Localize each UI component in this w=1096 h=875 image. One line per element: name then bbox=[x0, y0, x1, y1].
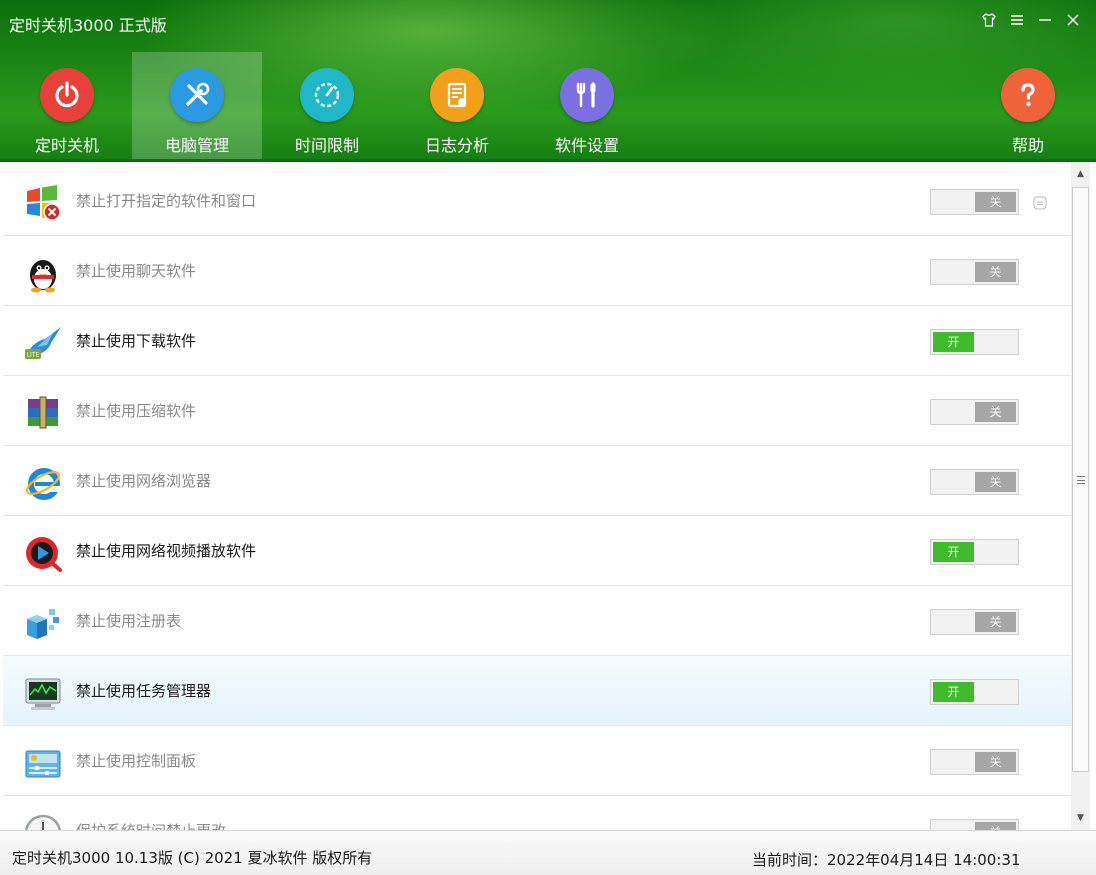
menu-icon[interactable] bbox=[1008, 10, 1026, 30]
row-label: 禁止使用网络浏览器 bbox=[76, 472, 212, 490]
toggle-state: 开 bbox=[933, 332, 974, 352]
rule-list: 禁止打开指定的软件和窗口 关 禁止使用聊天软件 关 LITE 禁止使用下载软件 … bbox=[0, 162, 1071, 830]
list-item: 禁止使用任务管理器 开 bbox=[3, 656, 1071, 726]
row-label: 禁止使用控制面板 bbox=[76, 752, 197, 770]
tab-label: 电脑管理 bbox=[164, 136, 229, 155]
timer-icon bbox=[300, 68, 354, 122]
vertical-scrollbar[interactable]: ▲ ▼ bbox=[1071, 162, 1090, 830]
title-bar: 定时关机3000 正式版 定时关机 电脑管理 时间限制 日志分析 软件设置 帮助 bbox=[0, 0, 1096, 162]
toggle-switch[interactable]: 开 bbox=[930, 539, 1019, 565]
status-bar: 定时关机3000 10.13版 (C) 2021 夏冰软件 版权所有 当前时间：… bbox=[0, 830, 1096, 875]
toggle-switch[interactable]: 关 bbox=[930, 819, 1019, 830]
toggle-state: 关 bbox=[975, 752, 1016, 772]
tab-software-settings[interactable]: 软件设置 bbox=[522, 52, 652, 160]
tab-time-limit[interactable]: 时间限制 bbox=[262, 52, 392, 160]
scroll-down-arrow-icon[interactable]: ▼ bbox=[1071, 806, 1090, 830]
toggle-switch[interactable]: 关 bbox=[930, 259, 1019, 285]
toggle-switch[interactable]: 开 bbox=[930, 679, 1019, 705]
tab-label: 帮助 bbox=[1011, 136, 1044, 155]
row-label: 禁止使用压缩软件 bbox=[76, 402, 197, 420]
row-label: 禁止使用注册表 bbox=[76, 612, 182, 630]
list-item: 禁止使用压缩软件 关 bbox=[3, 376, 1071, 446]
scroll-thumb[interactable] bbox=[1072, 187, 1089, 772]
tab-label: 软件设置 bbox=[554, 136, 619, 155]
row-label: 禁止使用聊天软件 bbox=[76, 262, 197, 280]
toggle-switch[interactable]: 关 bbox=[930, 469, 1019, 495]
list-item: 禁止使用聊天软件 关 bbox=[3, 236, 1071, 306]
toggle-switch[interactable]: 关 bbox=[930, 749, 1019, 775]
row-label: 禁止使用任务管理器 bbox=[76, 682, 212, 700]
list-item: 禁止使用注册表 关 bbox=[3, 586, 1071, 656]
winrar-icon bbox=[23, 393, 63, 433]
main-nav: 定时关机 电脑管理 时间限制 日志分析 软件设置 bbox=[2, 52, 652, 160]
toggle-state: 开 bbox=[933, 542, 974, 562]
toggle-state: 关 bbox=[975, 402, 1016, 422]
tools-icon bbox=[170, 68, 224, 122]
toggle-state: 关 bbox=[975, 822, 1016, 830]
row-label: 禁止打开指定的软件和窗口 bbox=[76, 192, 257, 210]
ie-icon bbox=[23, 463, 63, 503]
settings-tools-icon bbox=[560, 68, 614, 122]
tab-label: 日志分析 bbox=[424, 136, 489, 155]
tab-computer-management[interactable]: 电脑管理 bbox=[132, 52, 262, 160]
current-time: 当前时间：2022年04月14日 14:00:31 bbox=[752, 851, 1021, 869]
toggle-switch[interactable]: 关 bbox=[930, 399, 1019, 425]
toggle-state: 关 bbox=[975, 192, 1016, 212]
row-label: 保护系统时间禁止更改 bbox=[76, 820, 226, 830]
help-icon bbox=[1001, 68, 1055, 122]
row-label: 禁止使用网络视频播放软件 bbox=[76, 542, 257, 560]
toggle-state: 开 bbox=[933, 682, 974, 702]
tab-label: 定时关机 bbox=[34, 136, 99, 155]
list-item: 禁止使用控制面板 关 bbox=[3, 726, 1071, 796]
list-item: 禁止使用网络视频播放软件 开 bbox=[3, 516, 1071, 586]
list-item: 禁止打开指定的软件和窗口 关 bbox=[3, 166, 1071, 236]
log-icon bbox=[430, 68, 484, 122]
toggle-state: 关 bbox=[975, 612, 1016, 632]
windows-block-icon bbox=[23, 183, 63, 223]
grip-icon bbox=[1077, 476, 1085, 484]
toggle-switch[interactable]: 开 bbox=[930, 329, 1019, 355]
toggle-state: 关 bbox=[975, 262, 1016, 282]
tab-log-analysis[interactable]: 日志分析 bbox=[392, 52, 522, 160]
scroll-up-arrow-icon[interactable]: ▲ bbox=[1071, 162, 1090, 186]
row-label: 禁止使用下载软件 bbox=[76, 332, 197, 350]
toggle-state: 关 bbox=[975, 472, 1016, 492]
tab-label: 时间限制 bbox=[294, 136, 359, 155]
control-panel-icon bbox=[23, 743, 63, 783]
skin-icon[interactable] bbox=[980, 10, 998, 30]
app-title: 定时关机3000 正式版 bbox=[9, 16, 167, 35]
settings-icon[interactable] bbox=[1033, 195, 1047, 210]
list-item: LITE 禁止使用下载软件 开 bbox=[3, 306, 1071, 376]
copyright-text: 定时关机3000 10.13版 (C) 2021 夏冰软件 版权所有 bbox=[12, 849, 373, 867]
close-icon[interactable] bbox=[1064, 10, 1082, 30]
thunder-bird-icon: LITE bbox=[23, 323, 63, 363]
window-controls bbox=[980, 10, 1082, 30]
power-icon bbox=[40, 68, 94, 122]
toggle-switch[interactable]: 关 bbox=[930, 189, 1019, 215]
tab-shutdown[interactable]: 定时关机 bbox=[2, 52, 132, 160]
registry-icon bbox=[23, 603, 63, 643]
minimize-icon[interactable] bbox=[1036, 10, 1054, 30]
qq-penguin-icon bbox=[23, 253, 63, 293]
video-player-icon bbox=[23, 533, 63, 573]
list-item: 禁止使用网络浏览器 关 bbox=[3, 446, 1071, 516]
list-item: 保护系统时间禁止更改 关 bbox=[3, 796, 1071, 830]
clock-icon bbox=[23, 813, 63, 830]
svg-text:LITE: LITE bbox=[27, 352, 40, 359]
task-manager-icon bbox=[23, 673, 63, 713]
toggle-switch[interactable]: 关 bbox=[930, 609, 1019, 635]
tab-help[interactable]: 帮助 bbox=[963, 52, 1093, 160]
